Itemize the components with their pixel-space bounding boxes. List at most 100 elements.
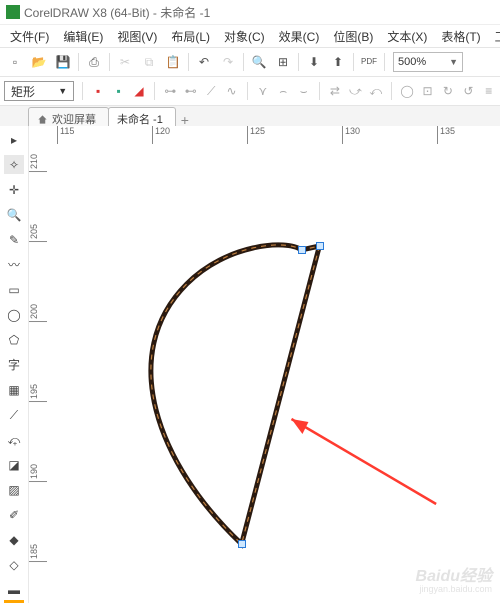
transparency-tool-icon[interactable]: ▨ bbox=[4, 481, 24, 500]
standard-toolbar: ▫ 📂 💾 ⎙ ✂ ⧉ 📋 ↶ ↷ 🔍 ⊞ ⬇ ⬆ PDF 500% ▼ bbox=[0, 47, 500, 77]
rectangle-tool-icon[interactable]: ▭ bbox=[4, 280, 24, 299]
extract-sub-icon[interactable]: ⤺ bbox=[369, 82, 383, 100]
break-nodes-icon[interactable]: ⊷ bbox=[183, 82, 197, 100]
connector-tool-icon[interactable]: ⤽ bbox=[4, 431, 24, 450]
menu-view[interactable]: 视图(V) bbox=[111, 26, 163, 47]
join-nodes-icon[interactable]: ⊶ bbox=[163, 82, 177, 100]
table-tool-icon[interactable]: ▦ bbox=[4, 380, 24, 399]
polygon-tool-icon[interactable]: ⬠ bbox=[4, 330, 24, 349]
ruler-tick: 210 bbox=[29, 154, 47, 172]
node-add-icon[interactable]: ▪ bbox=[111, 82, 125, 100]
crop-tool-icon[interactable]: ✛ bbox=[4, 180, 24, 199]
ruler-tick: 130 bbox=[342, 126, 360, 144]
chevron-down-icon: ▼ bbox=[449, 57, 458, 67]
canvas-area: 115 120 125 130 135 210 205 200 195 190 … bbox=[29, 126, 500, 603]
separator bbox=[78, 53, 79, 71]
menu-bitmap[interactable]: 位图(B) bbox=[327, 26, 379, 47]
stretch-nodes-icon[interactable]: ⊡ bbox=[420, 82, 434, 100]
node-delete-icon[interactable]: ▪ bbox=[91, 82, 105, 100]
rotate-ccw-icon[interactable]: ↺ bbox=[461, 82, 475, 100]
watermark: Baidu经验 jingyan.baidu.com bbox=[416, 568, 492, 595]
fill-tool-icon[interactable]: ◆ bbox=[4, 531, 24, 550]
smooth-node-icon[interactable]: ⌢ bbox=[276, 82, 290, 100]
eyedropper-tool-icon[interactable]: ✐ bbox=[4, 506, 24, 525]
extend-curve-icon[interactable]: ⤻ bbox=[348, 82, 362, 100]
outline-tool-icon[interactable]: ◇ bbox=[4, 556, 24, 575]
property-toolbar: 矩形 ▼ ▪ ▪ ◢ ⊶ ⊷ ⟋ ∿ ⋎ ⌢ ⌣ ⇄ ⤻ ⤺ ◯ ⊡ ↻ ↺ ≡ bbox=[0, 77, 500, 106]
ruler-tick: 195 bbox=[29, 384, 47, 402]
menu-text[interactable]: 文本(X) bbox=[381, 26, 433, 47]
zoom-level-dropdown[interactable]: 500% ▼ bbox=[393, 52, 463, 72]
menu-file[interactable]: 文件(F) bbox=[4, 26, 55, 47]
interactive-tool-icon[interactable]: ▬ bbox=[4, 581, 24, 603]
menu-table[interactable]: 表格(T) bbox=[435, 26, 486, 47]
ruler-tick: 115 bbox=[57, 126, 74, 144]
separator bbox=[109, 53, 110, 71]
menu-edit[interactable]: 编辑(E) bbox=[57, 26, 109, 47]
copy-icon[interactable]: ⧉ bbox=[138, 51, 160, 73]
text-tool-icon[interactable]: 字 bbox=[4, 355, 24, 374]
tab-label: 未命名 -1 bbox=[117, 111, 163, 127]
menu-tool[interactable]: 工 bbox=[489, 26, 500, 47]
pdf-icon[interactable]: PDF bbox=[358, 51, 380, 73]
dropshadow-tool-icon[interactable]: ◪ bbox=[4, 456, 24, 475]
separator bbox=[391, 82, 392, 100]
search-icon[interactable]: 🔍 bbox=[248, 51, 270, 73]
to-line-icon[interactable]: ⟋ bbox=[204, 82, 218, 100]
export-icon[interactable]: ⬆ bbox=[327, 51, 349, 73]
freehand-tool-icon[interactable]: ✎ bbox=[4, 230, 24, 249]
ruler-tick: 200 bbox=[29, 304, 47, 322]
separator bbox=[298, 53, 299, 71]
open-icon[interactable]: 📂 bbox=[28, 51, 50, 73]
cusp-node-icon[interactable]: ⋎ bbox=[256, 82, 270, 100]
separator bbox=[353, 53, 354, 71]
sharp-corner-icon[interactable]: ◢ bbox=[132, 82, 146, 100]
home-icon bbox=[37, 114, 48, 125]
ellipse-tool-icon[interactable]: ◯ bbox=[4, 305, 24, 324]
menu-effect[interactable]: 效果(C) bbox=[273, 26, 326, 47]
print-icon[interactable]: ⎙ bbox=[83, 51, 105, 73]
pick-tool-icon[interactable]: ▸ bbox=[4, 130, 24, 149]
symm-node-icon[interactable]: ⌣ bbox=[296, 82, 310, 100]
separator bbox=[154, 82, 155, 100]
curve-node[interactable] bbox=[238, 540, 246, 548]
reverse-dir-icon[interactable]: ⇄ bbox=[328, 82, 342, 100]
shape-preset-dropdown[interactable]: 矩形 ▼ bbox=[4, 81, 74, 101]
launch-icon[interactable]: ⊞ bbox=[272, 51, 294, 73]
zoom-tool-icon[interactable]: 🔍 bbox=[4, 205, 24, 224]
artistic-tool-icon[interactable]: 〰 bbox=[4, 255, 24, 274]
curve-node[interactable] bbox=[316, 242, 324, 250]
shape-tool-icon[interactable]: ✧ bbox=[4, 155, 24, 174]
horizontal-ruler[interactable]: 115 120 125 130 135 bbox=[47, 126, 500, 145]
close-curve-icon[interactable]: ◯ bbox=[400, 82, 414, 100]
app-logo-icon bbox=[6, 5, 20, 19]
drawing-canvas[interactable]: Baidu经验 jingyan.baidu.com bbox=[47, 144, 500, 603]
cut-icon[interactable]: ✂ bbox=[114, 51, 136, 73]
dimension-tool-icon[interactable]: ⟋ bbox=[4, 406, 24, 425]
rotate-cw-icon[interactable]: ↻ bbox=[441, 82, 455, 100]
window-title: CorelDRAW X8 (64-Bit) - 未命名 -1 bbox=[24, 4, 210, 21]
ruler-tick: 185 bbox=[29, 544, 47, 562]
import-icon[interactable]: ⬇ bbox=[303, 51, 325, 73]
vector-object[interactable] bbox=[47, 144, 500, 603]
undo-icon[interactable]: ↶ bbox=[193, 51, 215, 73]
ruler-tick: 135 bbox=[437, 126, 455, 144]
vertical-ruler[interactable]: 210 205 200 195 190 185 bbox=[29, 144, 48, 603]
zoom-value: 500% bbox=[398, 56, 426, 68]
paste-icon[interactable]: 📋 bbox=[162, 51, 184, 73]
curve-node[interactable] bbox=[298, 246, 306, 254]
to-curve-icon[interactable]: ∿ bbox=[224, 82, 238, 100]
toolbox: ▸ ✧ ✛ 🔍 ✎ 〰 ▭ ◯ ⬠ 字 ▦ ⟋ ⤽ ◪ ▨ ✐ ◆ ◇ ▬ bbox=[0, 126, 29, 603]
separator bbox=[82, 82, 83, 100]
new-icon[interactable]: ▫ bbox=[4, 51, 26, 73]
separator bbox=[384, 53, 385, 71]
align-nodes-icon[interactable]: ≡ bbox=[482, 82, 496, 100]
chevron-down-icon: ▼ bbox=[58, 86, 67, 96]
menu-layout[interactable]: 布局(L) bbox=[165, 26, 216, 47]
save-icon[interactable]: 💾 bbox=[52, 51, 74, 73]
ruler-tick: 190 bbox=[29, 464, 47, 482]
separator bbox=[319, 82, 320, 100]
menu-object[interactable]: 对象(C) bbox=[218, 26, 271, 47]
ruler-tick: 205 bbox=[29, 224, 47, 242]
redo-icon[interactable]: ↷ bbox=[217, 51, 239, 73]
